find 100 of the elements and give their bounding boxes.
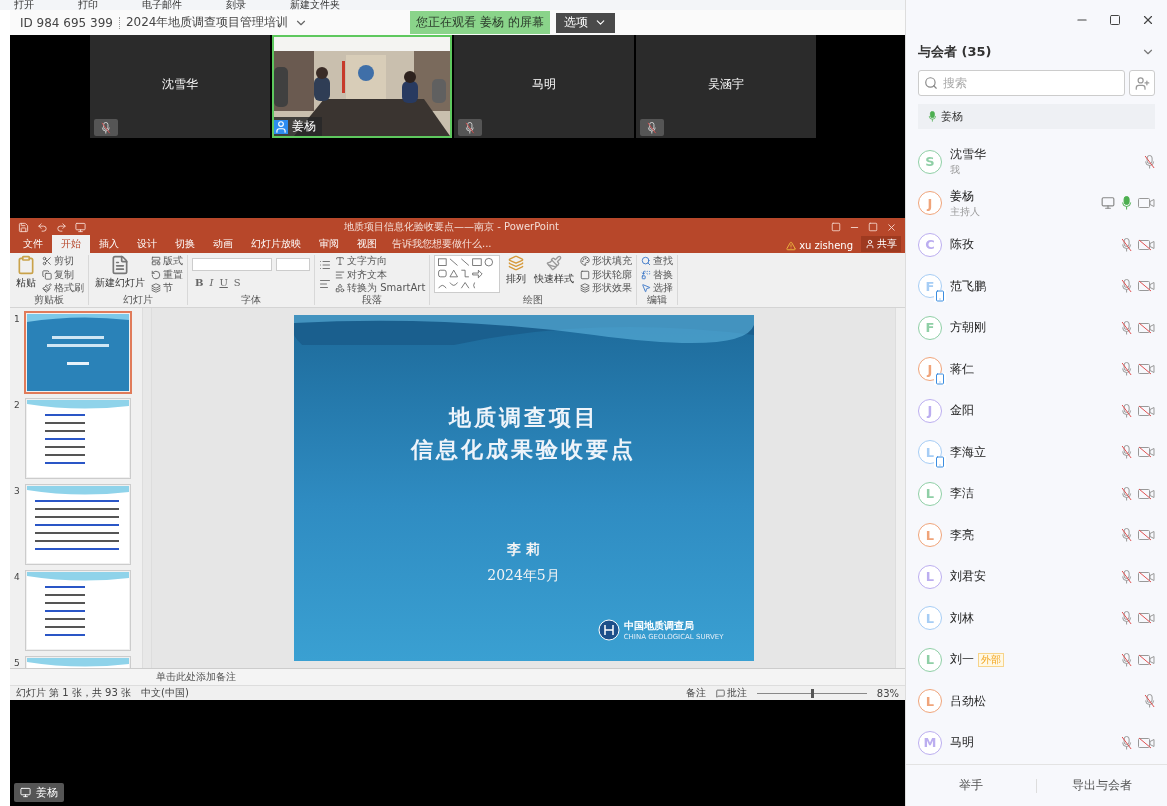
ribbon-command[interactable]: 对齐文本 (335, 268, 426, 281)
toolbar-item[interactable]: 新建文件夹 (290, 0, 340, 10)
toolbar-item[interactable]: 电子邮件 (142, 0, 182, 10)
new-slide-button[interactable]: 新建幻灯片 (93, 255, 147, 294)
save-icon[interactable] (18, 221, 29, 233)
bullets-icon[interactable] (319, 258, 331, 271)
ribbon-display-icon[interactable] (831, 222, 841, 232)
ribbon-command[interactable]: 查找 (641, 255, 674, 267)
avatar: L (918, 481, 942, 506)
ribbon-tab[interactable]: 幻灯片放映 (242, 235, 310, 253)
ribbon-command[interactable]: 形状效果 (580, 282, 633, 294)
participant-name: 李洁 (950, 485, 974, 503)
muted-microphone-icon (647, 121, 657, 134)
microphone-icon (928, 111, 937, 122)
ribbon-command[interactable]: 形状轮廓 (580, 268, 633, 281)
tell-me-field[interactable]: 告诉我您想要做什么... (386, 235, 498, 253)
participant-name: 马明 (532, 76, 556, 93)
clipboard-icon (16, 255, 36, 275)
participant-name: 方朝刚 (950, 319, 986, 337)
viewing-banner: 您正在观看 姜杨 的屏幕 (410, 11, 551, 34)
meeting-title: 2024年地质调查项目管理培训 (125, 14, 289, 31)
slide-thumbnail[interactable] (27, 314, 129, 391)
share-button[interactable]: 共享 (861, 236, 901, 252)
ribbon-tab[interactable]: 视图 (348, 235, 386, 253)
ribbon-command[interactable]: 剪切 (42, 255, 84, 267)
footer-button[interactable]: 举手 (906, 776, 1036, 795)
ribbon-command[interactable]: 替换 (641, 268, 674, 281)
avatar: J (918, 191, 942, 216)
slide-number: 4 (14, 572, 21, 584)
quick-styles-button[interactable]: 快速样式 (532, 255, 577, 294)
font-size-field[interactable] (276, 258, 310, 271)
zoom-slider-thumb[interactable] (810, 688, 814, 698)
slide-thumbnail[interactable] (27, 486, 129, 563)
slide-thumbnail[interactable] (27, 400, 129, 477)
toolbar-item[interactable]: 打印 (78, 0, 98, 10)
slide-count: 幻灯片 第 1 张，共 93 张 (16, 686, 131, 700)
arrange-button[interactable]: 排列 (504, 255, 529, 294)
font-style-button[interactable]: B (192, 277, 207, 288)
ribbon-tab[interactable]: 插入 (90, 235, 128, 253)
participant-name: 吕劲松 (950, 692, 986, 710)
shapes-gallery[interactable] (434, 255, 501, 293)
paste-button[interactable]: 粘贴 (14, 255, 38, 294)
invite-button[interactable] (1129, 70, 1155, 96)
avatar: L (918, 523, 942, 548)
slide-title: 信息化成果验收要点 (411, 435, 636, 464)
ribbon-command[interactable]: 节 (151, 282, 183, 294)
slide-icon (110, 255, 130, 275)
comments-button[interactable]: 批注 (715, 686, 747, 700)
command-icon (42, 283, 52, 293)
toolbar-item[interactable]: 打开 (14, 0, 34, 10)
ribbon-tab[interactable]: 设计 (128, 235, 166, 253)
footer-button[interactable]: 导出与会者 (1037, 776, 1167, 795)
font-style-button[interactable]: S (230, 277, 244, 288)
monitor-icon[interactable] (75, 221, 86, 233)
toolbar-item[interactable]: 刻录 (226, 0, 246, 10)
options-button[interactable]: 选项 (556, 12, 616, 33)
ribbon-command[interactable]: 复制 (42, 268, 84, 281)
ribbon-tab[interactable]: 文件 (14, 235, 52, 253)
notes-placeholder[interactable]: 单击此处添加备注 (156, 670, 236, 684)
ribbon-tab[interactable]: 切换 (166, 235, 204, 253)
command-icon (151, 269, 161, 280)
avatar: J (918, 398, 942, 423)
ribbon-tab[interactable]: 审阅 (310, 235, 348, 253)
participant-name: 吴涵宇 (708, 76, 744, 93)
group-label: 剪贴板 (33, 294, 65, 305)
video-tile[interactable]: 马明 (454, 35, 634, 138)
emblem-icon (597, 619, 620, 641)
muted-microphone-icon (101, 121, 111, 134)
align-left-icon[interactable] (319, 278, 331, 291)
ribbon-command[interactable]: 格式刷 (42, 282, 84, 294)
ribbon-command[interactable]: 选择 (641, 282, 674, 294)
search-field[interactable]: 搜索 (918, 70, 1125, 96)
participant-role: 主持人 (950, 204, 981, 219)
ribbon-command[interactable]: 文字方向 (335, 255, 426, 267)
close-icon[interactable] (1141, 13, 1155, 27)
warning-icon (786, 240, 797, 251)
slide-thumbnail[interactable] (27, 572, 129, 649)
group-label: 字体 (240, 294, 262, 305)
ribbon-tab[interactable]: 开始 (52, 235, 90, 253)
notes-button[interactable]: 备注 (685, 686, 706, 700)
font-name-field[interactable] (192, 258, 272, 271)
brush-icon (546, 255, 563, 271)
participant-name: 刘君安 (950, 568, 986, 586)
maximize-icon[interactable] (1109, 14, 1121, 26)
ribbon-tab[interactable]: 动画 (204, 235, 242, 253)
video-tile[interactable]: 姜杨 (272, 35, 452, 138)
group-label: 幻灯片 (122, 294, 154, 305)
scrollbar[interactable] (143, 308, 152, 668)
redo-icon[interactable] (56, 221, 67, 233)
add-person-icon (1134, 75, 1150, 91)
ribbon-command[interactable]: 重置 (151, 268, 183, 281)
ribbon-command[interactable]: 转换为 SmartArt (335, 282, 426, 294)
font-style-button[interactable]: U (216, 277, 231, 288)
participant-name: 马明 (950, 734, 974, 752)
video-tile[interactable]: 吴涵宇 (636, 35, 816, 138)
font-style-button[interactable]: I (206, 277, 217, 288)
video-tile[interactable]: 沈雪华 (90, 35, 270, 138)
undo-icon[interactable] (37, 221, 48, 233)
ribbon-command[interactable]: 形状填充 (580, 255, 633, 267)
ribbon-command[interactable]: 版式 (151, 255, 183, 267)
